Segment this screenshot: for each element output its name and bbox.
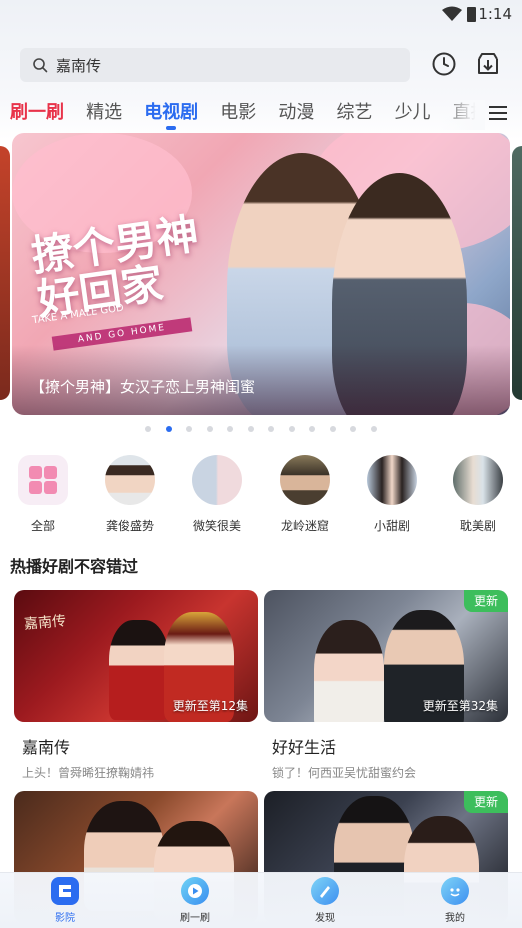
banner-pagination (140, 424, 390, 434)
tab-jingxuan[interactable]: 精选 (86, 100, 122, 130)
nav-discover[interactable]: 发现 (290, 877, 360, 924)
category-label: 耽美剧 (459, 519, 496, 533)
avatar (367, 455, 417, 505)
update-badge: 更新 (464, 791, 508, 813)
pagination-dot[interactable] (186, 426, 192, 432)
drama-subtitle: 上头！曾舜晞狂撩鞠婧祎 (22, 766, 155, 780)
pagination-dot[interactable] (350, 426, 356, 432)
tab-zongyi[interactable]: 综艺 (336, 100, 372, 130)
nav-label: 发现 (315, 913, 335, 924)
pagination-dot[interactable] (329, 426, 336, 432)
history-clock-icon[interactable] (430, 50, 458, 78)
search-input[interactable]: 嘉南传 (20, 48, 410, 82)
avatar (192, 455, 242, 505)
banner-caption: 【撩个男神】女汉子恋上男神闺蜜 (30, 378, 256, 396)
category-shortcuts: 全部 龚俊盛势 微笑很美 龙岭迷窟 小甜剧 耽美剧 (0, 452, 522, 542)
battery-icon (467, 7, 476, 22)
category-item[interactable]: 耽美剧 (438, 452, 518, 534)
category-label: 微笑很美 (192, 519, 241, 533)
nav-label: 影院 (55, 913, 75, 924)
actor-figure (109, 620, 169, 720)
category-item[interactable]: 小甜剧 (352, 452, 432, 534)
category-tabs: 刷一刷 精选 电视剧 电影 动漫 综艺 少儿 直播 (10, 100, 485, 130)
pagination-dot[interactable] (247, 426, 254, 432)
tabs-fade (440, 100, 485, 130)
tab-shuayishua[interactable]: 刷一刷 (10, 100, 64, 130)
category-all[interactable]: 全部 (3, 452, 83, 534)
pagination-dot[interactable] (309, 426, 315, 432)
update-status: 更新至第32集 (422, 699, 498, 713)
pagination-dot[interactable] (227, 426, 233, 432)
bottom-navigation: 影院 刷一刷 发现 我的 (0, 872, 522, 928)
hero-banner[interactable]: 撩个男神好回家 TAKE A MALE GOD AND GO HOME 【撩个男… (12, 133, 510, 415)
search-query: 嘉南传 (56, 57, 102, 75)
tab-dianying[interactable]: 电影 (220, 100, 256, 130)
category-label: 龚俊盛势 (105, 519, 154, 533)
avatar (453, 455, 503, 505)
drama-subtitle: 锁了！何西亚吴忧甜蜜约会 (272, 766, 417, 780)
actress-figure (314, 620, 384, 722)
pagination-dot[interactable] (288, 426, 295, 432)
pagination-dot[interactable] (206, 426, 213, 432)
cinema-icon (51, 877, 79, 905)
category-label: 全部 (30, 519, 55, 533)
category-item[interactable]: 龙岭迷窟 (265, 452, 345, 534)
tab-shaoer[interactable]: 少儿 (395, 100, 431, 130)
category-item[interactable]: 微笑很美 (177, 452, 257, 534)
drama-thumbnail: 嘉南传 更新至第12集 (14, 590, 258, 722)
category-label: 龙岭迷窟 (280, 519, 329, 533)
update-badge: 更新 (464, 590, 508, 612)
thumb-title-art: 嘉南传 (23, 613, 67, 633)
nav-label: 我的 (445, 913, 465, 924)
tab-dongman[interactable]: 动漫 (278, 100, 314, 130)
nav-label: 刷一刷 (180, 913, 210, 924)
status-bar: 1:14 (0, 0, 522, 30)
update-status: 更新至第12集 (172, 699, 248, 713)
category-item[interactable]: 龚俊盛势 (90, 452, 170, 534)
pagination-dot[interactable] (145, 426, 151, 432)
nav-cinema[interactable]: 影院 (30, 877, 100, 924)
drama-title: 嘉南传 (22, 738, 71, 757)
discover-icon (311, 877, 339, 905)
banner-prev-peek[interactable] (0, 146, 10, 400)
section-title: 热播好剧不容错过 (10, 557, 139, 576)
pagination-dot[interactable] (370, 426, 377, 432)
nav-mine[interactable]: 我的 (420, 877, 490, 924)
avatar (105, 455, 155, 505)
wifi-icon (442, 6, 462, 21)
tab-dianshiju[interactable]: 电视剧 (144, 100, 198, 130)
drama-card[interactable]: 嘉南传 更新至第12集 嘉南传 上头！曾舜晞狂撩鞠婧祎 (14, 590, 258, 781)
profile-icon (441, 877, 469, 905)
pagination-dot[interactable] (165, 426, 172, 432)
download-icon[interactable] (474, 50, 502, 78)
nav-shuayishua[interactable]: 刷一刷 (160, 877, 230, 924)
status-time: 1:14 (478, 5, 512, 23)
banner-next-peek[interactable] (512, 146, 522, 400)
grid-icon (18, 455, 68, 505)
menu-icon[interactable] (488, 104, 508, 122)
search-icon (33, 58, 48, 73)
swipe-play-icon (181, 877, 209, 905)
drama-card[interactable]: 更新 更新至第32集 好好生活 锁了！何西亚吴忧甜蜜约会 (264, 590, 508, 781)
pagination-dot[interactable] (268, 426, 274, 432)
avatar (280, 455, 330, 505)
category-label: 小甜剧 (373, 519, 410, 533)
drama-title: 好好生活 (272, 738, 337, 757)
drama-thumbnail: 更新 更新至第32集 (264, 590, 508, 722)
